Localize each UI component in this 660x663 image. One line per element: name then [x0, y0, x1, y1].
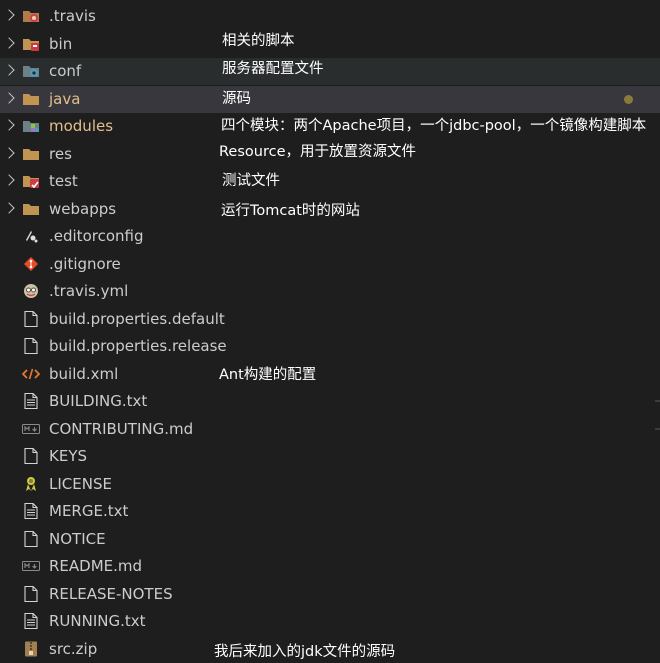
- item-name: modules: [49, 117, 114, 135]
- text-file-icon: [22, 393, 40, 409]
- item-name: RELEASE-NOTES: [49, 584, 173, 603]
- item-name: .travis.yml: [49, 282, 129, 300]
- annotation-note: 服务器配置文件: [222, 61, 324, 77]
- annotation-note: Ant构建的配置: [219, 366, 317, 383]
- editorconfig-icon: [22, 228, 40, 244]
- file-row[interactable]: MERGE.txt: [0, 498, 660, 525]
- file-row[interactable]: KEYS: [0, 443, 660, 470]
- chevron-right-icon[interactable]: [3, 174, 15, 186]
- annotation-note: 运行Tomcat时的网站: [221, 202, 360, 219]
- file-row[interactable]: .editorconfig: [0, 223, 660, 250]
- folder-row[interactable]: res Resource，用于放置资源文件: [0, 141, 660, 168]
- item-name: NOTICE: [49, 529, 106, 548]
- item-name: webapps: [49, 199, 117, 218]
- item-name: conf: [49, 62, 82, 80]
- folder-icon: [22, 146, 40, 162]
- zip-icon: [22, 641, 40, 657]
- item-name: LICENSE: [49, 474, 112, 493]
- travis-folder-icon: [22, 8, 40, 24]
- item-name: res: [49, 144, 72, 163]
- file-row[interactable]: README.md: [0, 553, 660, 580]
- folder-icon: [22, 91, 40, 107]
- item-name: bin: [49, 34, 73, 53]
- file-icon: [22, 448, 40, 464]
- folder-row[interactable]: webapps 运行Tomcat时的网站: [0, 196, 660, 223]
- annotation-note: 我后来加入的jdk文件的源码: [214, 643, 396, 660]
- file-row[interactable]: src.zip 我后来加入的jdk文件的源码: [0, 636, 660, 663]
- file-explorer: .travis bin 相关的脚本 conf 服务器配置文件 java 源码 modules 四…: [0, 0, 660, 663]
- markdown-icon: [22, 421, 40, 437]
- item-name: CONTRIBUTING.md: [49, 419, 194, 438]
- file-icon: [22, 530, 40, 547]
- bin-folder-icon: [22, 36, 40, 52]
- folder-row[interactable]: test 测试文件: [0, 168, 660, 195]
- file-row[interactable]: RELEASE-NOTES: [0, 581, 660, 608]
- folder-row[interactable]: .travis: [0, 3, 660, 30]
- xml-icon: [22, 366, 40, 382]
- chevron-right-icon[interactable]: [3, 64, 15, 76]
- chevron-right-icon[interactable]: [3, 201, 15, 214]
- file-row[interactable]: CONTRIBUTING.md: [0, 416, 660, 443]
- item-name: build.properties.default: [49, 309, 225, 328]
- item-name: .gitignore: [49, 254, 121, 273]
- file-row[interactable]: .gitignore: [0, 251, 660, 278]
- modified-dot-icon: [624, 94, 633, 104]
- chevron-right-icon[interactable]: [3, 146, 15, 159]
- license-icon: [22, 476, 40, 492]
- folder-icon: [22, 201, 40, 217]
- text-file-icon: [22, 613, 40, 629]
- test-folder-icon: [22, 173, 40, 189]
- item-name: RUNNING.txt: [49, 612, 146, 630]
- annotation-note: 源码: [222, 90, 251, 107]
- text-file-icon: [22, 503, 40, 519]
- item-name: src.zip: [49, 639, 98, 658]
- item-name: test: [49, 172, 78, 190]
- config-folder-icon: [22, 63, 40, 79]
- chevron-right-icon[interactable]: [3, 9, 15, 21]
- item-name: .editorconfig: [49, 227, 144, 245]
- annotation-note: Resource，用于放置资源文件: [219, 143, 416, 160]
- file-icon: [22, 585, 40, 602]
- file-row[interactable]: RUNNING.txt: [0, 608, 660, 635]
- markdown-icon: [22, 558, 40, 574]
- file-row[interactable]: LICENSE: [0, 471, 660, 498]
- item-name: java: [49, 89, 81, 108]
- item-name: .travis: [49, 7, 96, 25]
- file-row[interactable]: build.xml Ant构建的配置: [0, 361, 660, 388]
- chevron-right-icon[interactable]: [3, 36, 15, 49]
- file-icon: [22, 310, 40, 327]
- annotation-note: 测试文件: [222, 173, 280, 189]
- file-icon: [22, 338, 40, 354]
- file-row[interactable]: .travis.yml: [0, 278, 660, 305]
- travis-icon: [22, 283, 40, 299]
- git-icon: [22, 256, 40, 272]
- item-name: BUILDING.txt: [49, 392, 148, 410]
- file-row[interactable]: build.properties.default: [0, 306, 660, 333]
- item-name: KEYS: [49, 447, 87, 465]
- file-row[interactable]: BUILDING.txt: [0, 388, 660, 415]
- file-row[interactable]: NOTICE: [0, 526, 660, 553]
- annotation-note: 四个模块：两个Apache项目，一个jdbc-pool，一个镜像构建脚本: [221, 118, 647, 134]
- folder-row[interactable]: conf 服务器配置文件: [0, 58, 660, 85]
- item-name: build.xml: [49, 364, 119, 383]
- folder-row[interactable]: modules 四个模块：两个Apache项目，一个jdbc-pool，一个镜像构…: [0, 113, 660, 140]
- item-name: build.properties.release: [49, 337, 227, 355]
- annotation-note: 相关的脚本: [222, 32, 295, 49]
- folder-row[interactable]: java 源码: [0, 85, 660, 113]
- file-row[interactable]: build.properties.release: [0, 333, 660, 360]
- folder-row[interactable]: bin 相关的脚本: [0, 31, 660, 58]
- item-name: README.md: [49, 557, 143, 575]
- item-name: MERGE.txt: [49, 502, 129, 520]
- chevron-right-icon[interactable]: [3, 91, 15, 104]
- modules-folder-icon: [22, 118, 40, 134]
- chevron-right-icon[interactable]: [3, 119, 15, 131]
